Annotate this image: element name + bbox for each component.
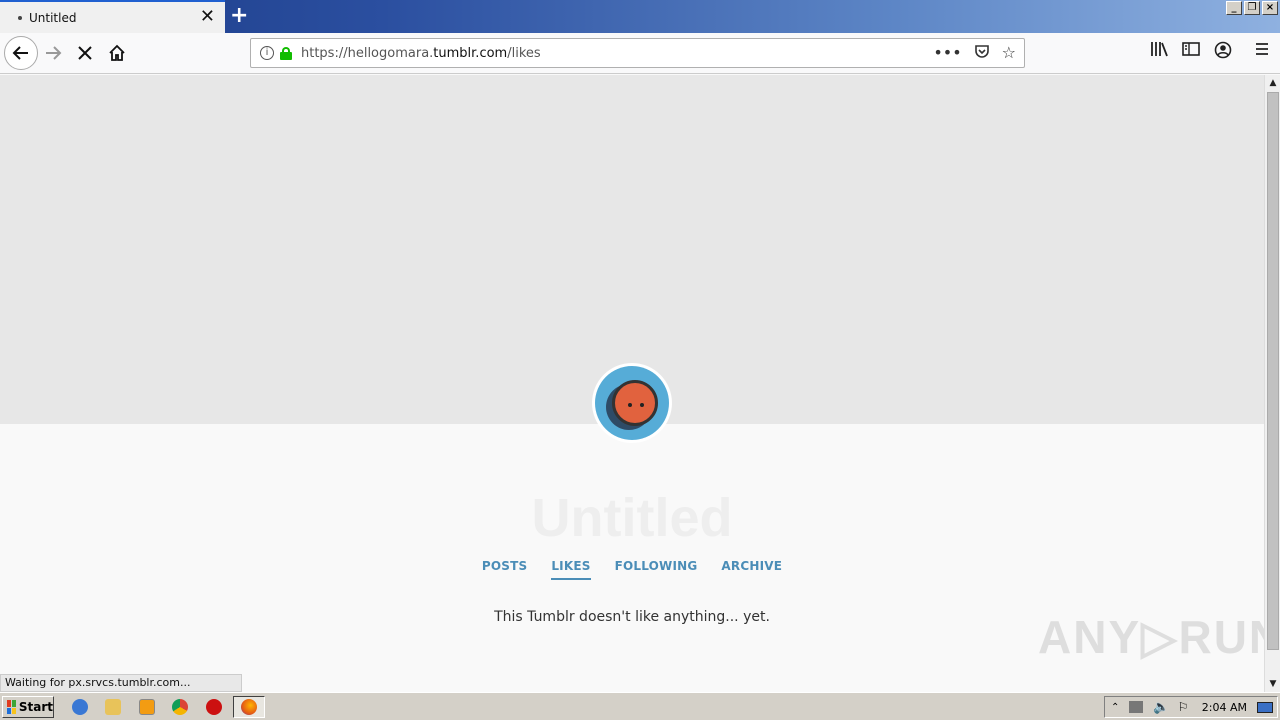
nav-following[interactable]: FOLLOWING bbox=[615, 559, 698, 580]
avatar-face-icon bbox=[612, 380, 658, 426]
forward-arrow-icon bbox=[46, 46, 62, 60]
explorer-folder-icon[interactable] bbox=[105, 699, 121, 715]
home-button[interactable] bbox=[102, 38, 132, 68]
system-tray: ⌃ 🔈 ⚐ 2:04 AM bbox=[1104, 696, 1278, 718]
start-button[interactable]: Start bbox=[2, 696, 54, 718]
back-button[interactable] bbox=[4, 36, 38, 70]
tab-strip: Untitled ✕ + _ ❐ × bbox=[0, 0, 1280, 33]
forward-button[interactable] bbox=[38, 38, 68, 68]
scroll-up-icon[interactable]: ▲ bbox=[1267, 76, 1279, 90]
blog-navigation: POSTS LIKES FOLLOWING ARCHIVE bbox=[0, 559, 1264, 580]
show-desktop-icon[interactable] bbox=[1257, 702, 1273, 713]
close-window-button[interactable]: × bbox=[1262, 1, 1278, 15]
bookmark-star-icon[interactable]: ☆ bbox=[1002, 43, 1016, 63]
loading-dot-icon bbox=[18, 15, 22, 20]
scroll-down-icon[interactable]: ▼ bbox=[1267, 677, 1279, 691]
firefox-icon bbox=[241, 699, 257, 715]
clock[interactable]: 2:04 AM bbox=[1202, 701, 1247, 714]
network-icon[interactable] bbox=[1129, 701, 1144, 713]
nav-posts[interactable]: POSTS bbox=[482, 559, 527, 580]
scrollbar-thumb[interactable] bbox=[1267, 92, 1279, 650]
chrome-icon[interactable] bbox=[172, 699, 188, 715]
minimize-button[interactable]: _ bbox=[1226, 1, 1242, 15]
sidebar-icon[interactable] bbox=[1182, 41, 1200, 63]
blog-avatar[interactable] bbox=[592, 363, 672, 443]
toolbar-right bbox=[1150, 41, 1270, 63]
vertical-scrollbar[interactable]: ▲ ▼ bbox=[1264, 75, 1280, 692]
windows-taskbar: Start ⌃ 🔈 ⚐ 2:04 AM bbox=[0, 692, 1280, 720]
library-icon[interactable] bbox=[1150, 41, 1168, 63]
volume-icon[interactable]: 🔈 bbox=[1153, 700, 1169, 715]
status-bar: Waiting for px.srvcs.tumblr.com... bbox=[0, 674, 242, 692]
page-viewport: Untitled POSTS LIKES FOLLOWING ARCHIVE T… bbox=[0, 75, 1264, 692]
address-bar[interactable]: i https://hellogomara.tumblr.com/likes •… bbox=[250, 38, 1025, 68]
account-icon[interactable] bbox=[1214, 41, 1232, 63]
action-center-flag-icon[interactable]: ⚐ bbox=[1178, 700, 1189, 714]
blog-title[interactable]: Untitled bbox=[0, 487, 1264, 549]
url-text: https://hellogomara.tumblr.com/likes bbox=[301, 45, 541, 61]
start-label: Start bbox=[18, 700, 53, 714]
page-actions-icon[interactable]: ••• bbox=[933, 43, 961, 63]
window-controls: _ ❐ × bbox=[1226, 1, 1278, 15]
media-player-icon[interactable] bbox=[139, 699, 155, 715]
anyrun-watermark: ANY▷RUN bbox=[1038, 611, 1264, 663]
tab-close-icon[interactable]: ✕ bbox=[200, 7, 215, 27]
nav-likes[interactable]: LIKES bbox=[551, 559, 591, 580]
back-arrow-icon bbox=[12, 46, 28, 60]
nav-archive[interactable]: ARCHIVE bbox=[721, 559, 782, 580]
opera-icon[interactable] bbox=[206, 699, 222, 715]
firefox-taskbar-button[interactable] bbox=[233, 696, 265, 718]
lock-icon[interactable] bbox=[280, 46, 292, 60]
show-hidden-icons-icon[interactable]: ⌃ bbox=[1111, 702, 1119, 713]
restore-button[interactable]: ❐ bbox=[1244, 1, 1260, 15]
avatar-ring bbox=[595, 366, 669, 440]
tab-active[interactable]: Untitled ✕ bbox=[0, 0, 225, 33]
menu-hamburger-icon[interactable] bbox=[1254, 41, 1270, 63]
stop-icon bbox=[78, 46, 92, 60]
home-icon bbox=[109, 44, 125, 61]
navigation-toolbar: i https://hellogomara.tumblr.com/likes •… bbox=[0, 33, 1280, 74]
internet-explorer-icon[interactable] bbox=[72, 699, 88, 715]
windows-logo-icon bbox=[7, 700, 16, 714]
info-icon[interactable]: i bbox=[260, 46, 274, 60]
pocket-icon[interactable] bbox=[974, 43, 990, 63]
stop-loading-button[interactable] bbox=[70, 38, 100, 68]
tab-title: Untitled bbox=[29, 10, 77, 25]
new-tab-button[interactable]: + bbox=[230, 3, 248, 29]
